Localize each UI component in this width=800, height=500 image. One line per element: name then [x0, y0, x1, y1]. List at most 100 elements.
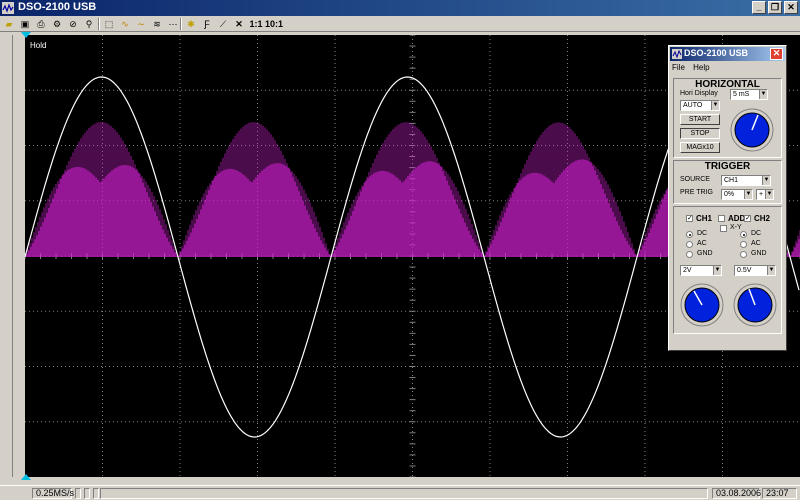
- frequency-button[interactable]: Ƒ: [200, 17, 214, 31]
- open-button[interactable]: ▰: [2, 17, 16, 31]
- ch2-label: CH2: [754, 214, 771, 223]
- trigger-group: TRIGGER SOURCE CH1 ▼ PRE TRIG 0% ▼ + ▼: [673, 160, 782, 204]
- xy-checkbox[interactable]: [720, 225, 727, 232]
- marker-button[interactable]: ✱: [184, 17, 198, 31]
- sine-wave-icon: ∿: [121, 19, 129, 29]
- stop-button[interactable]: ⊘: [66, 17, 80, 31]
- add-label: ADD: [728, 214, 746, 223]
- pretrig-select[interactable]: 0% ▼: [721, 189, 753, 200]
- horizontal-group: HORIZONTAL Hori Display AUTO ▼ 5 mS ▼ ST…: [673, 78, 782, 158]
- cursor-button[interactable]: ⋯: [166, 17, 180, 31]
- zoom-button[interactable]: ⚲: [82, 17, 96, 31]
- ch2-volts-knob[interactable]: [733, 283, 777, 327]
- menu-file[interactable]: File: [672, 63, 685, 72]
- hori-display-value: AUTO: [683, 102, 703, 109]
- ch1-label: CH1: [696, 214, 713, 223]
- ch1-volts-value: 2V: [683, 267, 692, 274]
- select-button[interactable]: ⬚: [102, 17, 116, 31]
- timebase-knob[interactable]: [730, 108, 774, 152]
- ch2-gnd-radio[interactable]: [740, 251, 747, 258]
- measure-button[interactable]: ⟋: [216, 17, 230, 31]
- restore-icon: ❐: [770, 2, 780, 12]
- status-time: 23:07: [762, 488, 797, 499]
- status-message: [100, 488, 708, 499]
- close-icon: ✕: [772, 48, 781, 58]
- chevron-down-icon: ▼: [767, 266, 775, 275]
- frequency-icon: Ƒ: [204, 19, 210, 29]
- ch2-dc-label: DC: [751, 230, 762, 237]
- ch1-volts-select[interactable]: 2V ▼: [680, 265, 722, 276]
- save-button[interactable]: ▣: [18, 17, 32, 31]
- ch2-volts-select[interactable]: 0.5V ▼: [734, 265, 776, 276]
- window-title: DSO-2100 USB: [18, 1, 97, 13]
- ch2-ac-radio[interactable]: [740, 241, 747, 248]
- chevron-down-icon: ▼: [765, 190, 773, 199]
- math-button[interactable]: ≋: [150, 17, 164, 31]
- trigger-source-value: CH1: [724, 177, 739, 184]
- magnifier-icon: ⚲: [85, 19, 93, 29]
- acquisition-status: Hold: [30, 41, 47, 50]
- status-cell: [84, 488, 90, 499]
- timebase-select[interactable]: 5 mS ▼: [730, 89, 768, 100]
- xy-label: X-Y: [730, 224, 742, 231]
- printer-icon: ⎙: [37, 19, 45, 29]
- settings-button[interactable]: ⚙: [50, 17, 64, 31]
- ch2-dc-radio[interactable]: [740, 231, 747, 238]
- ramp-icon: ⟋: [219, 19, 227, 29]
- hori-display-select[interactable]: AUTO ▼: [680, 100, 720, 111]
- no-entry-icon: ⊘: [69, 19, 77, 29]
- trigger-slope-value: +: [759, 191, 764, 198]
- ch1-dc-radio[interactable]: [686, 231, 693, 238]
- ch2-checkbox[interactable]: ✓: [744, 215, 751, 222]
- chevron-down-icon: ▼: [713, 266, 721, 275]
- close-button[interactable]: ✕: [784, 1, 798, 14]
- mag-x10-button[interactable]: MAGx10: [680, 142, 720, 153]
- math-wave-icon: ≋: [153, 19, 161, 29]
- panel-title-bar[interactable]: DSO-2100 USB ✕: [670, 47, 785, 61]
- panel-close-button[interactable]: ✕: [770, 48, 783, 60]
- trigger-source-select[interactable]: CH1 ▼: [721, 175, 771, 186]
- chevron-down-icon: ▼: [744, 190, 752, 199]
- clear-button[interactable]: ✕: [232, 17, 246, 31]
- asterisk-icon: ✱: [187, 19, 195, 29]
- ch1-gnd-label: GND: [697, 250, 713, 257]
- ch1-ac-radio[interactable]: [686, 241, 693, 248]
- toolbar: ▰ ▣ ⎙ ⚙ ⊘ ⚲ ⬚ ∿ ∼ ≋ ⋯ ✱ Ƒ ⟋ ✕ 1:1 10:1: [0, 16, 800, 32]
- title-bar: DSO-2100 USB _ ❐ ✕: [0, 0, 800, 16]
- maximize-button[interactable]: ❐: [768, 1, 782, 14]
- ch1-wave-button[interactable]: ∿: [118, 17, 132, 31]
- gear-icon: ⚙: [52, 19, 62, 29]
- folder-icon: ▰: [5, 19, 13, 29]
- trigger-position-marker[interactable]: [21, 32, 31, 40]
- source-label: SOURCE: [680, 176, 710, 183]
- panel-app-icon: [672, 49, 682, 59]
- ratio-10-button[interactable]: 10:1: [265, 17, 283, 31]
- status-cell: [93, 488, 99, 499]
- ch2-wave-button[interactable]: ∼: [134, 17, 148, 31]
- marquee-icon: ⬚: [104, 19, 114, 29]
- toolbar-separator: [180, 18, 182, 30]
- app-icon: [2, 2, 14, 14]
- check-icon: ✓: [687, 215, 693, 222]
- start-button[interactable]: START: [680, 114, 720, 125]
- ch-marker-bottom[interactable]: [21, 472, 31, 480]
- timebase-value: 5 mS: [733, 91, 750, 98]
- ch1-gnd-radio[interactable]: [686, 251, 693, 258]
- status-cell: [75, 488, 81, 499]
- close-icon: ✕: [787, 2, 795, 12]
- panel-title: DSO-2100 USB: [684, 48, 749, 58]
- menu-help[interactable]: Help: [693, 63, 709, 72]
- ch1-volts-knob[interactable]: [680, 283, 724, 327]
- cursor-lines-icon: ⋯: [168, 19, 178, 29]
- trigger-slope-select[interactable]: + ▼: [756, 189, 774, 200]
- minimize-button[interactable]: _: [752, 1, 766, 14]
- ch1-checkbox[interactable]: ✓: [686, 215, 693, 222]
- pretrig-label: PRE TRIG: [680, 189, 713, 196]
- chevron-down-icon: ▼: [759, 90, 767, 99]
- print-button[interactable]: ⎙: [34, 17, 48, 31]
- stop-button[interactable]: STOP: [680, 128, 720, 139]
- ch2-ac-label: AC: [751, 240, 761, 247]
- add-checkbox[interactable]: [718, 215, 725, 222]
- ratio-1-button[interactable]: 1:1: [248, 17, 264, 31]
- ch2-gnd-label: GND: [751, 250, 767, 257]
